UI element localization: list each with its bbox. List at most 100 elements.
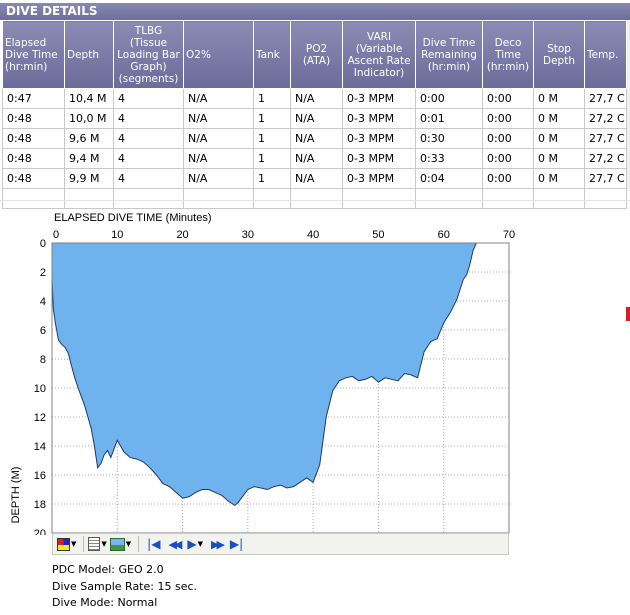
column-header[interactable]: Deco Time (hr:min) — [482, 20, 534, 89]
table-cell: 4 — [113, 168, 184, 189]
y-axis-ticks: 0 2 4 6 8 10 12 14 16 18 20 — [34, 238, 46, 535]
y-tick-label: 16 — [34, 470, 46, 482]
x-tick-label: 70 — [503, 229, 515, 241]
x-tick-label: 40 — [307, 229, 319, 241]
first-icon[interactable]: |◀ — [147, 535, 160, 553]
table-cell: 0 M — [533, 148, 585, 169]
table-cell: 0 M — [533, 128, 585, 149]
y-tick-label: 14 — [34, 441, 46, 453]
table-cell: N/A — [183, 148, 254, 169]
table-cell: 0:47 — [2, 88, 65, 109]
dive-profile-chart: 0 10 20 30 40 50 60 70 0 2 4 6 8 10 12 14 16 18 20 ELAPSE… — [10, 212, 515, 535]
toolbar-separator — [138, 536, 140, 552]
table-cell: 1 — [253, 168, 291, 189]
table-cell: 0-3 MPM — [342, 148, 416, 169]
table-cell: 1 — [253, 128, 291, 149]
table-cell: 0:01 — [415, 108, 483, 129]
play-icon[interactable]: ▶ ▼ — [187, 535, 203, 553]
table-row[interactable]: 0:48 9,4 M 4 N/A 1 N/A 0-3 MPM 0:33 0:00 0 M 27,2 … — [2, 148, 627, 169]
pdc-model-text: PDC Model: GEO 2.0 — [52, 563, 164, 576]
table-cell: N/A — [183, 108, 254, 129]
column-header[interactable]: Stop Depth — [533, 20, 585, 89]
table-cell: 0 M — [533, 108, 585, 129]
column-header[interactable]: Elapsed Dive Time (hr:min) — [2, 20, 65, 89]
table-cell: 0-3 MPM — [342, 108, 416, 129]
table-cell: N/A — [290, 88, 343, 109]
table-cell: 27,2 C — [584, 108, 627, 129]
x-tick-label: 30 — [242, 229, 254, 241]
image-icon[interactable]: ▼ — [109, 535, 131, 553]
column-header[interactable]: Tank — [253, 20, 291, 89]
toolbar-separator — [83, 536, 85, 552]
table-cell: 1 — [253, 108, 291, 129]
table-cell: N/A — [290, 128, 343, 149]
table-row[interactable]: 0:48 9,9 M 4 N/A 1 N/A 0-3 MPM 0:04 0:00 0 M 27,7 … — [2, 168, 627, 189]
table-cell: 0:48 — [2, 108, 65, 129]
column-header[interactable]: PO2 (ATA) — [290, 20, 343, 89]
x-axis-label: ELAPSED DIVE TIME (Minutes) — [54, 212, 212, 224]
y-tick-label: 2 — [40, 267, 46, 279]
table-cell: 10,4 M — [64, 88, 114, 109]
table-cell: 1 — [253, 88, 291, 109]
y-tick-label: 10 — [34, 383, 46, 395]
table-cell: 4 — [113, 88, 184, 109]
fast-forward-icon[interactable]: ▶▶ — [211, 535, 225, 553]
table-cell: 27,2 C — [584, 148, 627, 169]
table-cell: 1 — [253, 148, 291, 169]
dive-details-table: Elapsed Dive Time (hr:min) Depth TLBG (T… — [2, 20, 627, 209]
column-header[interactable]: TLBG (Tissue Loading Bar Graph) (segment… — [113, 20, 184, 89]
table-row[interactable]: 0:48 10,0 M 4 N/A 1 N/A 0-3 MPM 0:01 0:00 0 M 27,2… — [2, 108, 627, 129]
table-row[interactable]: 0:48 9,6 M 4 N/A 1 N/A 0-3 MPM 0:30 0:00 0 M 27,7 … — [2, 128, 627, 149]
x-tick-label: 50 — [372, 229, 384, 241]
column-header[interactable]: Temp. — [584, 20, 627, 89]
table-cell: 0 M — [533, 88, 585, 109]
sample-rate-text: Dive Sample Rate: 15 sec. — [52, 580, 198, 593]
table-cell: 0:00 — [482, 168, 534, 189]
y-tick-label: 0 — [40, 238, 46, 250]
x-tick-label: 20 — [176, 229, 188, 241]
table-cell: 9,4 M — [64, 148, 114, 169]
column-header[interactable]: Depth — [64, 20, 114, 89]
x-tick-label: 10 — [111, 229, 123, 241]
table-cell: 0-3 MPM — [342, 88, 416, 109]
table-cell: 0:00 — [482, 88, 534, 109]
table-cell: 0:48 — [2, 168, 65, 189]
table-cell: 9,6 M — [64, 128, 114, 149]
panel-title: DIVE DETAILS — [0, 3, 630, 20]
x-tick-label: 60 — [438, 229, 450, 241]
column-header[interactable]: VARI (Variable Ascent Rate Indicator) — [342, 20, 416, 89]
chart-toolbar: ▼ ▼ ▼ |◀ ◀◀ ▶ ▼ ▶▶ ▶| — [52, 533, 509, 555]
x-axis-ticks: 0 10 20 30 40 50 60 70 — [53, 229, 515, 241]
table-cell: 0:04 — [415, 168, 483, 189]
table-cell: 0:00 — [482, 108, 534, 129]
x-tick-label: 0 — [53, 229, 59, 241]
table-row[interactable]: 0:47 10,4 M 4 N/A 1 N/A 0-3 MPM 0:00 0:00 0 M 27,7… — [2, 88, 627, 109]
table-cell: 0 M — [533, 168, 585, 189]
table-cell: 10,0 M — [64, 108, 114, 129]
table-cell: 0:00 — [482, 148, 534, 169]
y-tick-label: 18 — [34, 499, 46, 511]
column-header[interactable]: Dive Time Remaining (hr:min) — [415, 20, 483, 89]
column-header[interactable]: O2% — [183, 20, 254, 89]
section-divider — [0, 200, 630, 201]
table-cell: N/A — [290, 108, 343, 129]
table-cell: N/A — [183, 168, 254, 189]
table-cell: 27,7 C — [584, 168, 627, 189]
table-header-row: Elapsed Dive Time (hr:min) Depth TLBG (T… — [2, 20, 627, 89]
table-cell: 0:48 — [2, 128, 65, 149]
palette-icon[interactable]: ▼ — [57, 535, 76, 553]
table-cell: 4 — [113, 128, 184, 149]
table-cell: N/A — [290, 148, 343, 169]
y-tick-label: 8 — [40, 354, 46, 366]
report-icon[interactable]: ▼ — [88, 535, 107, 553]
table-cell: 0-3 MPM — [342, 128, 416, 149]
dive-mode-text: Dive Mode: Normal — [52, 596, 158, 609]
table-cell: 0:30 — [415, 128, 483, 149]
table-cell: N/A — [183, 128, 254, 149]
table-cell: N/A — [183, 88, 254, 109]
y-tick-label: 20 — [34, 528, 46, 535]
table-cell: 27,7 C — [584, 88, 627, 109]
rewind-icon[interactable]: ◀◀ — [168, 535, 182, 553]
last-icon[interactable]: ▶| — [230, 535, 243, 553]
table-cell: 4 — [113, 108, 184, 129]
